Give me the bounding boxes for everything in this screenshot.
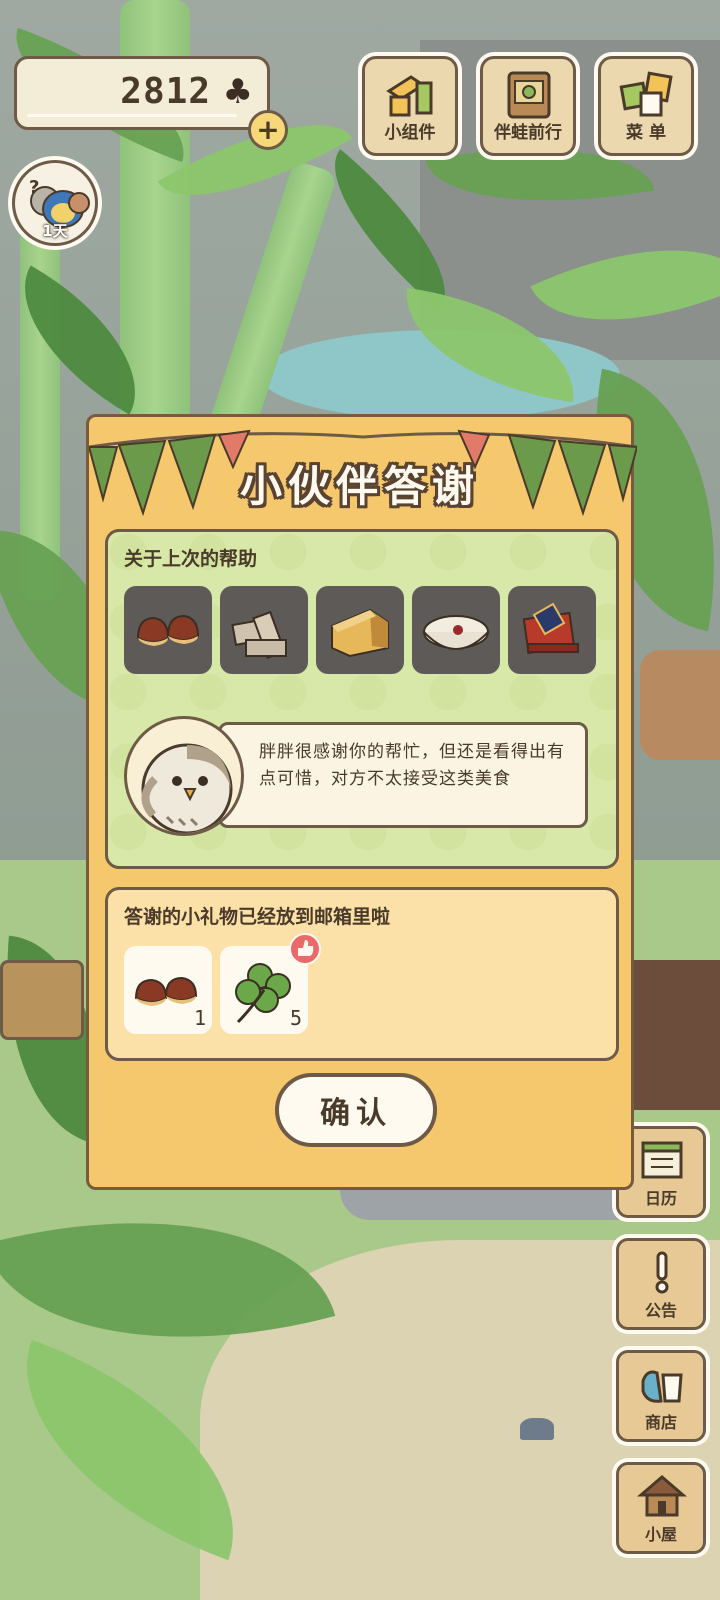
reward-qty-chestnuts: 1 [193, 1006, 206, 1030]
confirm-button[interactable]: 确认 [275, 1073, 437, 1147]
tree-stump [640, 650, 720, 760]
thanks-message: 胖胖很感谢你的帮忙，但还是看得出有点可惜，对方不太接受这类美食 [218, 722, 588, 828]
clover-icon: ♣ [222, 72, 253, 112]
gift-box-icon [522, 602, 579, 655]
frog-travel-button[interactable]: 伴蛙前行 [480, 56, 576, 156]
reward-items: 1 5 [124, 933, 321, 1034]
frog-travel-label: 伴蛙前行 [494, 123, 562, 143]
house-label: 小屋 [644, 1525, 677, 1544]
notice-button[interactable]: 公告 [616, 1238, 706, 1330]
clover-count: 2812 [120, 71, 211, 112]
biscuit-icon [231, 610, 287, 660]
wicker-basket [0, 960, 84, 1040]
cheese-icon [331, 608, 389, 658]
item-slot-porridge[interactable] [412, 586, 500, 674]
item-slot-cheese[interactable] [316, 586, 404, 674]
dialog-title: 小伙伴答谢 [239, 462, 480, 511]
notice-label: 公告 [644, 1301, 677, 1320]
thumbs-up-icon [289, 933, 321, 965]
item-slot-gift-box[interactable] [508, 586, 596, 674]
reward-panel: 答谢的小礼物已经放到邮箱里啦 1 5 [105, 887, 619, 1061]
menu-label: 菜 单 [626, 123, 666, 143]
house-icon [637, 1475, 687, 1517]
calendar-icon [641, 1141, 683, 1179]
thanks-dialog: 小伙伴答谢 关于上次的帮助 胖胖很感谢你的帮忙，但还是看得出有点可惜，对方不太接… [86, 414, 637, 1190]
dirt-patch [630, 960, 720, 1110]
shop-label: 商店 [644, 1413, 677, 1432]
widgets-label: 小组件 [384, 123, 436, 143]
add-clover-button[interactable]: + [248, 110, 288, 150]
menu-cards-icon [619, 71, 673, 117]
offered-items [124, 586, 596, 674]
calendar-label: 日历 [644, 1189, 677, 1208]
help-feedback-panel: 关于上次的帮助 胖胖很感谢你的帮忙，但还是看得出有点可惜，对方不太接受这类美食 [105, 529, 619, 869]
counter-underline [27, 114, 237, 117]
bird-friend-avatar [124, 716, 244, 836]
reward-slot-clover[interactable]: 5 [220, 933, 321, 1034]
svg-text:?: ? [29, 177, 39, 198]
reward-heading: 答谢的小礼物已经放到邮箱里啦 [124, 906, 391, 928]
clover-counter: 2812 ♣ [14, 56, 270, 130]
shop-button[interactable]: 商店 [616, 1350, 706, 1442]
item-slot-chestnuts[interactable] [124, 586, 212, 674]
visitor-portrait[interactable]: ? 1天 [12, 160, 98, 246]
item-slot-biscuits[interactable] [220, 586, 308, 674]
porridge-icon [423, 615, 489, 650]
house-button[interactable]: 小屋 [616, 1462, 706, 1554]
visitor-days: 1天 [42, 222, 68, 240]
small-stone [520, 1418, 554, 1440]
widgets-button[interactable]: 小组件 [362, 56, 458, 156]
frog-travel-icon [507, 71, 551, 119]
menu-button[interactable]: 菜 单 [598, 56, 694, 156]
shop-bag-icon [641, 1370, 683, 1403]
reward-slot-chestnuts[interactable]: 1 [124, 946, 212, 1034]
help-heading: 关于上次的帮助 [124, 548, 258, 570]
exclamation-icon [655, 1251, 669, 1294]
widget-icon [386, 75, 433, 117]
chestnut-icon [136, 614, 200, 646]
reward-qty-clover: 5 [289, 1006, 302, 1030]
